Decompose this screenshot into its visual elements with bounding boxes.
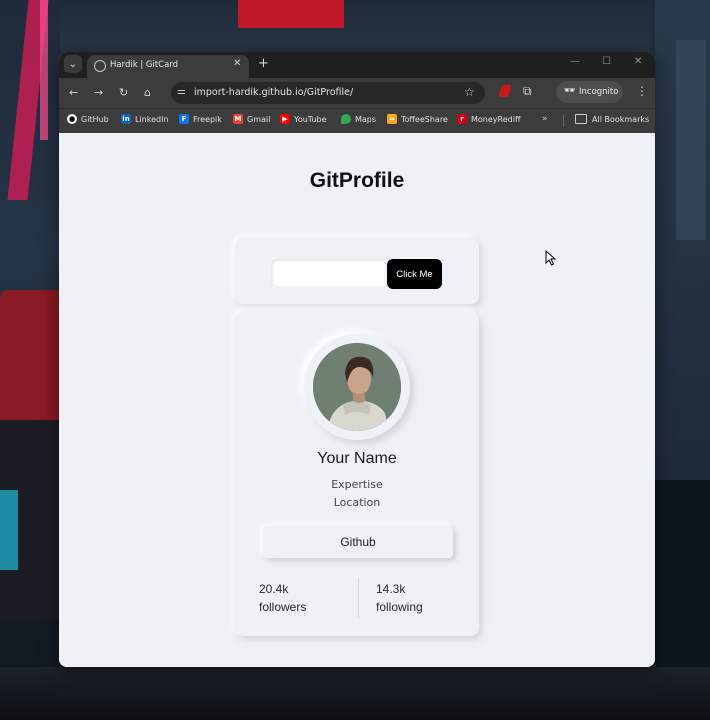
profile-name: Your Name [317, 450, 397, 467]
close-icon[interactable]: ✕ [233, 58, 241, 69]
stats-divider [358, 578, 359, 618]
mouse-cursor-icon [545, 250, 557, 266]
wallpaper-neon-pink-thin [40, 0, 48, 140]
avatar [313, 343, 401, 431]
window-close-icon[interactable]: ✕ [634, 56, 642, 67]
wallpaper-red-car [0, 290, 62, 430]
wallpaper-building-light [676, 40, 706, 240]
rediff-icon: r [457, 114, 467, 124]
toffeeshare-icon: ≈ [387, 114, 397, 124]
maps-icon [341, 114, 351, 124]
more-bookmarks-icon[interactable]: » [542, 114, 548, 124]
bookmark-label: Freepik [193, 114, 222, 124]
globe-icon [94, 60, 106, 72]
incognito-badge[interactable]: 🕶 Incognito [556, 81, 623, 103]
home-icon[interactable]: ⌂ [144, 86, 151, 99]
avatar-ring [304, 334, 410, 440]
followers-label: followers [259, 600, 307, 614]
tab-bar: ⌄ Hardik | GitCard ✕ + — ☐ ✕ [59, 52, 655, 78]
avatar-portrait-image [313, 343, 401, 431]
following-label: following [376, 600, 423, 614]
profile-location: Location [333, 496, 381, 509]
browser-toolbar: ← → ↻ ⌂ ⚌ import-hardik.github.io/GitPro… [59, 78, 655, 108]
reload-icon[interactable]: ↻ [119, 86, 128, 99]
github-button[interactable]: Github [263, 526, 453, 558]
extensions-puzzle-icon[interactable]: ⧉ [523, 84, 532, 99]
tab-title: Hardik | GitCard [110, 60, 179, 70]
username-input[interactable] [271, 259, 385, 287]
bookmark-gmail[interactable]: M Gmail [233, 114, 270, 124]
bookmark-label: GitHub [81, 114, 109, 124]
back-icon[interactable]: ← [69, 86, 78, 99]
site-settings-icon[interactable]: ⚌ [177, 86, 186, 97]
bookmark-label: Gmail [247, 114, 271, 124]
bookmark-label: ToffeeShare [401, 114, 448, 124]
incognito-icon: 🕶 [564, 86, 576, 96]
bookmark-label: YouTube [294, 114, 327, 124]
page-title: GitProfile [309, 169, 405, 192]
bookmark-star-icon[interactable]: ☆ [464, 85, 475, 99]
bookmark-linkedin[interactable]: in LinkedIn [121, 114, 169, 124]
maximize-icon[interactable]: ☐ [602, 56, 611, 67]
incognito-label: Incognito [579, 87, 619, 97]
bookmark-github[interactable]: ● GitHub [67, 114, 109, 124]
gmail-icon: M [233, 114, 243, 124]
new-tab-button[interactable]: + [258, 56, 269, 71]
profile-card: Your Name Expertise Location Github 20.4… [235, 312, 479, 636]
bookmark-maps[interactable]: Maps [341, 114, 376, 124]
forward-icon[interactable]: → [94, 86, 103, 99]
page-viewport: GitProfile Click Me Your Name Expertise … [59, 134, 655, 667]
search-card: Click Me [235, 238, 479, 304]
github-icon: ● [67, 114, 77, 124]
bookmark-label: LinkedIn [135, 114, 169, 124]
wallpaper-sky [60, 0, 650, 52]
url-text[interactable]: import-hardik.github.io/GitProfile/ [194, 87, 353, 98]
bookmark-moneyrediff[interactable]: r MoneyRediff [457, 114, 520, 124]
bookmarks-bar: ● GitHub in LinkedIn F Freepik M Gmail ▶ YouT… [59, 108, 655, 133]
following-count: 14.3k [376, 582, 406, 596]
bookmark-label: Maps [355, 114, 377, 124]
tab-search-button[interactable]: ⌄ [64, 55, 82, 73]
bookmark-label: MoneyRediff [471, 114, 521, 124]
all-bookmarks-button[interactable]: All Bookmarks [575, 114, 649, 124]
chevron-down-icon: ⌄ [68, 58, 78, 70]
bookmark-youtube[interactable]: ▶ YouTube [280, 114, 327, 124]
linkedin-icon: in [121, 114, 131, 124]
address-bar[interactable]: ⚌ import-hardik.github.io/GitProfile/ ☆ [171, 82, 485, 104]
freepik-icon: F [179, 114, 189, 124]
following-stat: 14.3k following [376, 580, 423, 616]
bookmark-freepik[interactable]: F Freepik [179, 114, 222, 124]
extension-icon[interactable] [498, 85, 512, 97]
folder-icon [575, 114, 587, 124]
all-bookmarks-label: All Bookmarks [592, 114, 650, 124]
followers-stat: 20.4k followers [259, 580, 306, 616]
youtube-icon: ▶ [280, 114, 290, 124]
profile-expertise: Expertise [331, 478, 383, 491]
followers-count: 20.4k [259, 582, 289, 596]
menu-kebab-icon[interactable]: ⋮ [636, 84, 648, 98]
bookmark-toffeeshare[interactable]: ≈ ToffeeShare [387, 114, 448, 124]
wallpaper-street [0, 667, 710, 720]
click-me-button[interactable]: Click Me [387, 259, 442, 289]
browser-window: ⌄ Hardik | GitCard ✕ + — ☐ ✕ ← → ↻ ⌂ ⚌ i… [59, 52, 655, 667]
wallpaper-cyan-light [0, 490, 18, 570]
bookmarks-divider [563, 115, 564, 127]
wallpaper-neon-red [238, 0, 344, 28]
minimize-icon[interactable]: — [570, 56, 580, 67]
tab-active[interactable]: Hardik | GitCard ✕ [87, 55, 249, 78]
